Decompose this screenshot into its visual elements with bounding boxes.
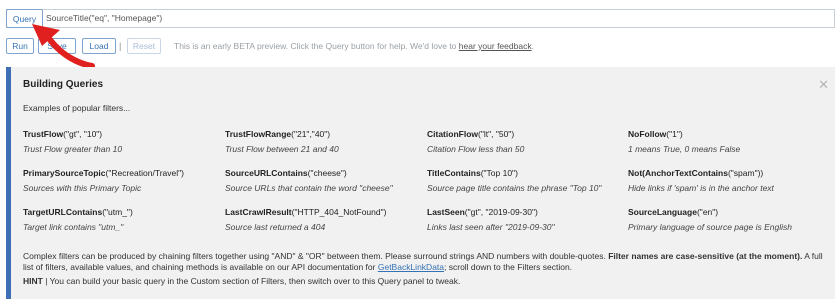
- beta-text: This is an early BETA preview. Click the…: [174, 41, 457, 51]
- filter-name: NoFollow: [628, 129, 667, 139]
- filter-name: TargetURLContains: [23, 207, 103, 217]
- filter-name: TrustFlowRange: [225, 129, 292, 139]
- filter-desc: 1 means True, 0 means False: [628, 144, 741, 154]
- filter-args: ("cheese"): [307, 168, 347, 178]
- filter-example: TrustFlow("gt", "10") Trust Flow greater…: [23, 129, 223, 154]
- filter-args: ("lt", "50"): [478, 129, 515, 139]
- filter-args: ("gt", "10"): [63, 129, 103, 139]
- beta-suffix: .: [531, 41, 534, 51]
- filter-example: SourceURLContains("cheese") Source URLs …: [225, 168, 425, 193]
- close-icon[interactable]: ✕: [818, 77, 829, 93]
- filter-args: ("gt", "2019-09-30"): [464, 207, 538, 217]
- filter-desc: Citation Flow less than 50: [427, 144, 525, 154]
- filter-desc: Trust Flow between 21 and 40: [225, 144, 339, 154]
- filter-desc: Source URLs that contain the word "chees…: [225, 183, 393, 193]
- filter-args: ("Recreation/Travel"): [105, 168, 184, 178]
- chaining-note: Complex filters can be produced by chain…: [23, 251, 823, 273]
- filter-desc: Hide links if 'spam' is in the anchor te…: [628, 183, 774, 193]
- filter-example: NoFollow("1") 1 means True, 0 means Fals…: [628, 129, 828, 154]
- filter-name: SourceURLContains: [225, 168, 308, 178]
- beta-notice: This is an early BETA preview. Click the…: [174, 38, 534, 54]
- filter-example: PrimarySourceTopic("Recreation/Travel") …: [23, 168, 223, 193]
- filter-args: ("HTTP_404_NotFound"): [291, 207, 387, 217]
- panel-intro: Examples of popular filters...: [23, 103, 131, 113]
- filter-example: Not(AnchorTextContains("spam")) Hide lin…: [628, 168, 828, 193]
- filter-desc: Target link contains "utm_": [23, 222, 124, 232]
- filter-desc: Source last returned a 404: [225, 222, 326, 232]
- filter-name: PrimarySourceTopic: [23, 168, 106, 178]
- filter-args: ("1"): [666, 129, 683, 139]
- filter-example: CitationFlow("lt", "50") Citation Flow l…: [427, 129, 627, 154]
- filter-name: TitleContains: [427, 168, 481, 178]
- note-text: Complex filters can be produced by chain…: [23, 251, 606, 261]
- filter-example: LastSeen("gt", "2019-09-30") Links last …: [427, 207, 627, 232]
- help-panel: Building Queries ✕ Examples of popular f…: [6, 67, 835, 299]
- arrow-annotation-icon: [32, 24, 95, 69]
- filter-name: TrustFlow: [23, 129, 64, 139]
- filter-name: SourceLanguage: [628, 207, 697, 217]
- filter-args: ("en"): [696, 207, 719, 217]
- filter-args: ("utm_"): [102, 207, 133, 217]
- filter-desc: Sources with this Primary Topic: [23, 183, 142, 193]
- filter-desc: Links last seen after "2019-09-30": [427, 222, 555, 232]
- filter-example: TargetURLContains("utm_") Target link co…: [23, 207, 223, 232]
- api-doc-link[interactable]: GetBackLinkData: [378, 262, 444, 272]
- filter-example: TrustFlowRange("21","40") Trust Flow bet…: [225, 129, 425, 154]
- filter-name: LastSeen: [427, 207, 465, 217]
- filter-example: TitleContains("Top 10") Source page titl…: [427, 168, 627, 193]
- filter-example: LastCrawlResult("HTTP_404_NotFound") Sou…: [225, 207, 425, 232]
- filter-args: ("Top 10"): [480, 168, 518, 178]
- reset-button[interactable]: Reset: [127, 38, 161, 54]
- hint-text: | You can build your basic query in the …: [45, 276, 461, 286]
- filter-name: Not(AnchorTextContains: [628, 168, 728, 178]
- panel-title: Building Queries: [23, 79, 104, 90]
- filter-args: ("21","40"): [291, 129, 331, 139]
- filter-args: ("spam")): [727, 168, 764, 178]
- filter-desc: Trust Flow greater than 10: [23, 144, 123, 154]
- toolbar-separator: |: [119, 41, 122, 51]
- note-bold: Filter names are case-sensitive (at the …: [608, 251, 803, 261]
- filter-desc: Primary language of source page is Engli…: [628, 222, 792, 232]
- filter-example: SourceLanguage("en") Primary language of…: [628, 207, 828, 232]
- feedback-link[interactable]: hear your feedback: [459, 41, 532, 51]
- hint: HINT | You can build your basic query in…: [23, 276, 460, 286]
- filter-name: CitationFlow: [427, 129, 478, 139]
- filter-desc: Source page title contains the phrase "T…: [427, 183, 602, 193]
- hint-label: HINT: [23, 276, 43, 286]
- note-text: ; scroll down to the Filters section.: [444, 262, 573, 272]
- filter-name: LastCrawlResult: [225, 207, 292, 217]
